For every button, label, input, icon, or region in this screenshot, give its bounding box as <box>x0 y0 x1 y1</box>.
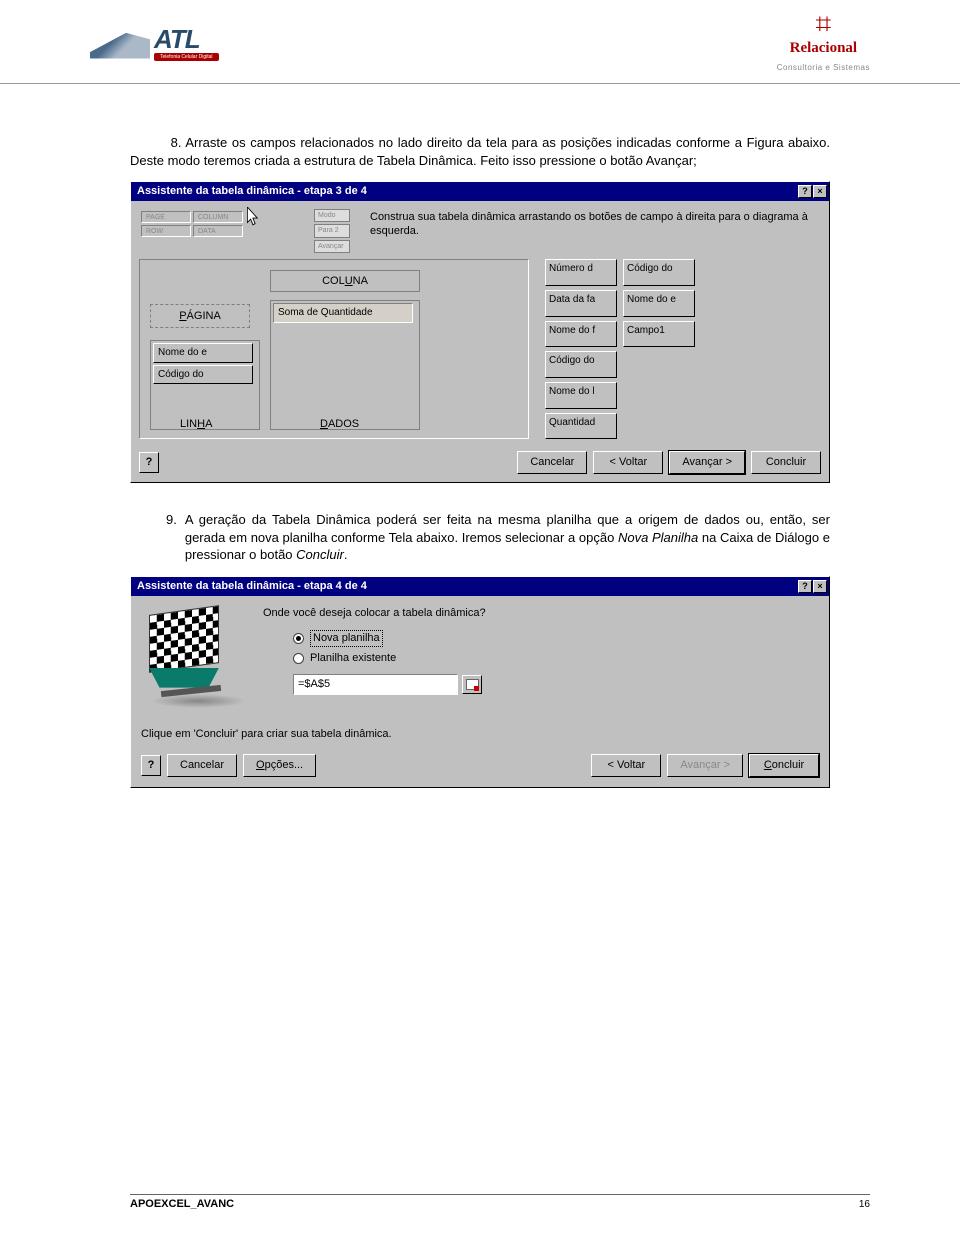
help-titlebar-button[interactable]: ? <box>798 580 812 593</box>
radio-existing-label: Planilha existente <box>310 651 396 666</box>
field-btn[interactable]: Quantidad <box>545 413 617 440</box>
list-item-8: 8. Arraste os campos relacionados no lad… <box>130 134 830 169</box>
field-btn[interactable]: Nome do e <box>623 290 695 317</box>
relacional-text: Relacional <box>777 40 870 57</box>
row-field-1[interactable]: Nome do e <box>153 343 253 363</box>
logo-relacional: ⌗ Relacional Consultoria e Sistemas <box>777 10 870 75</box>
list-item-9: 9. A geração da Tabela Dinâmica poderá s… <box>166 511 830 564</box>
instruction-text: Construa sua tabela dinâmica arrastando … <box>370 209 821 239</box>
item9-text: A geração da Tabela Dinâmica poderá ser … <box>185 511 830 564</box>
close-titlebar-button[interactable]: × <box>813 185 827 198</box>
pivot-layout-diagram[interactable]: PÁGINA COLUNA Nome do e Código do Soma d… <box>139 259 529 439</box>
field-btn[interactable]: Campo1 <box>623 321 695 348</box>
item8-number: 8. <box>171 135 182 150</box>
field-btn[interactable]: Código do <box>623 259 695 286</box>
atl-text: ATL <box>154 24 219 55</box>
doc-code: APOEXCEL_AVANC <box>130 1198 234 1210</box>
logo-atl: ATL Telefonia Celular Digital <box>90 24 219 61</box>
row-field-2[interactable]: Código do <box>153 365 253 385</box>
radio-unselected-icon[interactable] <box>293 653 304 664</box>
back-button[interactable]: < Voltar <box>591 754 661 777</box>
field-btn[interactable]: Código do <box>545 351 617 378</box>
field-btn[interactable]: Data da fa <box>545 290 617 317</box>
relacional-subtext: Consultoria e Sistemas <box>777 63 870 72</box>
reference-input[interactable]: =$A$5 <box>293 674 458 695</box>
help-titlebar-button[interactable]: ? <box>798 185 812 198</box>
collapse-dialog-icon[interactable] <box>462 675 482 694</box>
mini-data: DATA <box>193 225 243 237</box>
mini-page: PAGE <box>141 211 191 223</box>
atl-subtext: Telefonia Celular Digital <box>154 53 219 61</box>
titlebar-step4[interactable]: Assistente da tabela dinâmica - etapa 4 … <box>131 577 829 596</box>
relacional-grid-icon: ⌗ <box>808 10 838 40</box>
mini-col: COLUMN <box>193 211 243 223</box>
next-button[interactable]: Avançar > <box>669 451 745 474</box>
page-content: 8. Arraste os campos relacionados no lad… <box>0 84 960 788</box>
close-titlebar-button[interactable]: × <box>813 580 827 593</box>
radio-new-label: Nova planilha <box>310 630 383 647</box>
next-button-disabled: Avançar > <box>667 754 743 777</box>
mini-btn-2: Para 2 <box>314 224 350 237</box>
zone-column[interactable]: COLUNA <box>270 270 420 292</box>
finish-button[interactable]: Concluir <box>751 451 821 474</box>
item9-number: 9. <box>166 511 177 564</box>
cancel-button[interactable]: Cancelar <box>517 451 587 474</box>
dialog-pivot-step3: Assistente da tabela dinâmica - etapa 3 … <box>130 181 830 483</box>
field-btn[interactable]: Nome do l <box>545 382 617 409</box>
radio-existing-sheet[interactable]: Planilha existente <box>293 651 819 666</box>
zone-data-label: DADOS <box>320 417 359 432</box>
prompt-text: Onde você deseja colocar a tabela dinâmi… <box>263 606 819 621</box>
field-btn[interactable]: Nome do f <box>545 321 617 348</box>
page-header: ATL Telefonia Celular Digital ⌗ Relacion… <box>0 0 960 84</box>
mini-btn-1: Modo <box>314 209 350 222</box>
help-button[interactable]: ? <box>139 452 159 473</box>
zone-page[interactable]: PÁGINA <box>150 304 250 328</box>
zone-row-label: LINHA <box>180 417 212 432</box>
page-number: 16 <box>859 1199 870 1210</box>
mini-buttons: Modo Para 2 Avançar <box>314 209 350 253</box>
field-btn[interactable]: Número d <box>545 259 617 286</box>
finish-button[interactable]: Concluir <box>749 754 819 777</box>
dialog-pivot-step4: Assistente da tabela dinâmica - etapa 4 … <box>130 576 830 788</box>
titlebar-title: Assistente da tabela dinâmica - etapa 3 … <box>137 184 367 199</box>
mini-layout-preview: PAGE COLUMN ROW DATA <box>139 209 294 241</box>
zone-data[interactable]: Soma de Quantidade <box>270 300 420 430</box>
radio-selected-icon[interactable] <box>293 633 304 644</box>
back-button[interactable]: < Voltar <box>593 451 663 474</box>
help-button[interactable]: ? <box>141 755 161 776</box>
atl-swoosh-icon <box>90 27 150 59</box>
radio-new-sheet[interactable]: Nova planilha <box>293 630 819 647</box>
available-field-list: Número d Código do Data da fa Nome do e … <box>545 259 695 439</box>
titlebar-title: Assistente da tabela dinâmica - etapa 4 … <box>137 579 367 594</box>
hint-text: Clique em 'Concluir' para criar sua tabe… <box>141 727 819 742</box>
data-field-1[interactable]: Soma de Quantidade <box>273 303 413 323</box>
cancel-button[interactable]: Cancelar <box>167 754 237 777</box>
mini-row: ROW <box>141 225 191 237</box>
page-footer: APOEXCEL_AVANC 16 <box>130 1194 870 1210</box>
titlebar-step3[interactable]: Assistente da tabela dinâmica - etapa 3 … <box>131 182 829 201</box>
item8-text: Arraste os campos relacionados no lado d… <box>130 135 830 168</box>
checkered-flag-icon <box>141 606 251 711</box>
options-button[interactable]: Opções... <box>243 754 316 777</box>
mini-btn-3: Avançar <box>314 240 350 253</box>
